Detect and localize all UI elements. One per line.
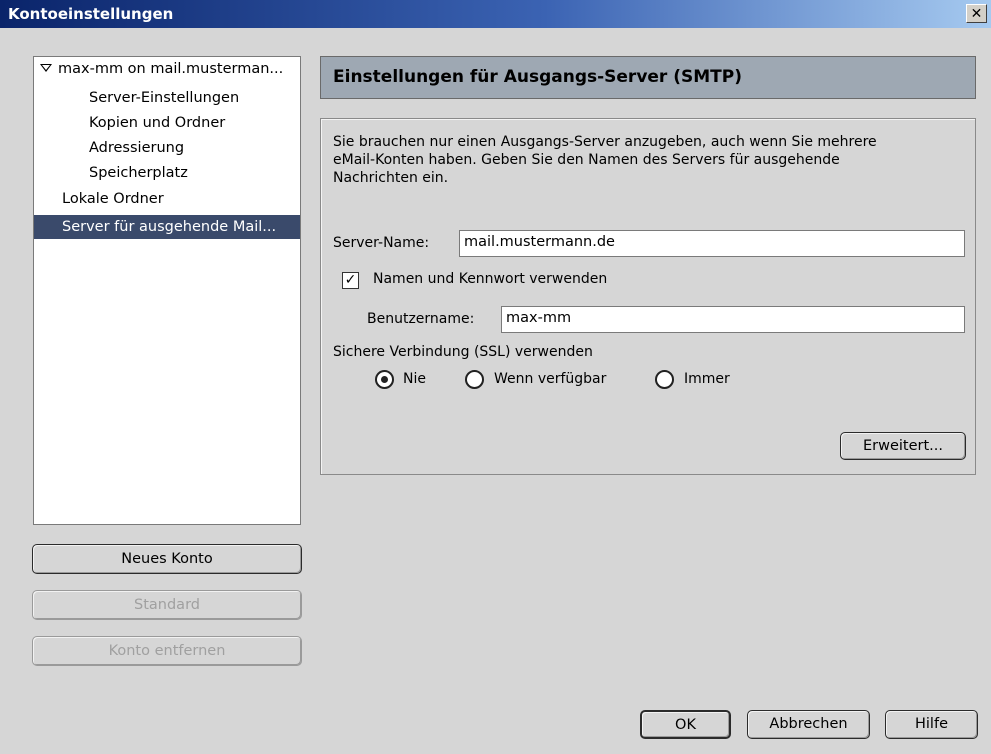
tree-item-label: Speicherplatz bbox=[89, 165, 188, 181]
description-line: Nachrichten ein. bbox=[333, 170, 449, 186]
tree-item-server-settings[interactable]: Server-Einstellungen bbox=[34, 86, 300, 110]
expand-triangle-icon[interactable] bbox=[40, 64, 52, 72]
advanced-button[interactable]: Erweitert... bbox=[840, 432, 966, 460]
cancel-button[interactable]: Abbrechen bbox=[747, 710, 870, 739]
ssl-label: Sichere Verbindung (SSL) verwenden bbox=[333, 344, 593, 360]
new-account-button[interactable]: Neues Konto bbox=[32, 544, 302, 574]
tree-item-outgoing-server[interactable]: Server für ausgehende Mail... bbox=[34, 215, 300, 239]
ssl-never-label[interactable]: Nie bbox=[403, 371, 426, 387]
use-auth-checkbox[interactable]: ✓ bbox=[342, 272, 359, 289]
ssl-if-available-radio[interactable] bbox=[465, 370, 484, 389]
close-button[interactable]: ✕ bbox=[966, 4, 987, 23]
username-label: Benutzername: bbox=[367, 311, 475, 327]
tree-item-label: Lokale Ordner bbox=[62, 191, 164, 207]
account-tree[interactable]: max-mm on mail.musterman... Server-Einst… bbox=[33, 56, 301, 525]
set-default-button[interactable]: Standard bbox=[32, 590, 302, 620]
description-line: eMail-Konten haben. Geben Sie den Namen … bbox=[333, 152, 840, 168]
description: Sie brauchen nur einen Ausgangs-Server a… bbox=[333, 133, 953, 187]
help-button[interactable]: Hilfe bbox=[885, 710, 978, 739]
description-line: Sie brauchen nur einen Ausgangs-Server a… bbox=[333, 134, 877, 150]
panel-header: Einstellungen für Ausgangs-Server (SMTP) bbox=[320, 56, 976, 99]
title-bar: Kontoeinstellungen ✕ bbox=[0, 0, 991, 28]
tree-item-label: Adressierung bbox=[89, 140, 185, 156]
checkmark-icon: ✓ bbox=[344, 272, 357, 288]
server-name-input[interactable]: mail.mustermann.de bbox=[459, 230, 965, 257]
use-auth-label[interactable]: Namen und Kennwort verwenden bbox=[373, 271, 607, 287]
ok-button[interactable]: OK bbox=[640, 710, 731, 739]
radio-selected-dot bbox=[381, 376, 388, 383]
close-icon: ✕ bbox=[970, 6, 983, 22]
tree-item-local-folders[interactable]: Lokale Ordner bbox=[34, 187, 300, 211]
tree-item-label: Server für ausgehende Mail... bbox=[62, 219, 277, 235]
ssl-never-radio[interactable] bbox=[375, 370, 394, 389]
ssl-if-available-label[interactable]: Wenn verfügbar bbox=[494, 371, 606, 387]
ssl-always-label[interactable]: Immer bbox=[684, 371, 730, 387]
remove-account-button[interactable]: Konto entfernen bbox=[32, 636, 302, 666]
tree-item-account[interactable]: max-mm on mail.musterman... bbox=[34, 57, 300, 81]
ssl-always-radio[interactable] bbox=[655, 370, 674, 389]
window-title: Kontoeinstellungen bbox=[8, 5, 174, 23]
server-name-label: Server-Name: bbox=[333, 235, 430, 251]
tree-item-copies-folders[interactable]: Kopien und Ordner bbox=[34, 111, 300, 135]
tree-item-addressing[interactable]: Adressierung bbox=[34, 136, 300, 160]
tree-item-label: Kopien und Ordner bbox=[89, 115, 226, 131]
smtp-settings-panel: Sie brauchen nur einen Ausgangs-Server a… bbox=[320, 118, 976, 475]
username-input[interactable]: max-mm bbox=[501, 306, 965, 333]
tree-item-label: Server-Einstellungen bbox=[89, 90, 240, 106]
tree-item-label: max-mm on mail.musterman... bbox=[58, 61, 284, 77]
tree-item-disk-space[interactable]: Speicherplatz bbox=[34, 161, 300, 185]
